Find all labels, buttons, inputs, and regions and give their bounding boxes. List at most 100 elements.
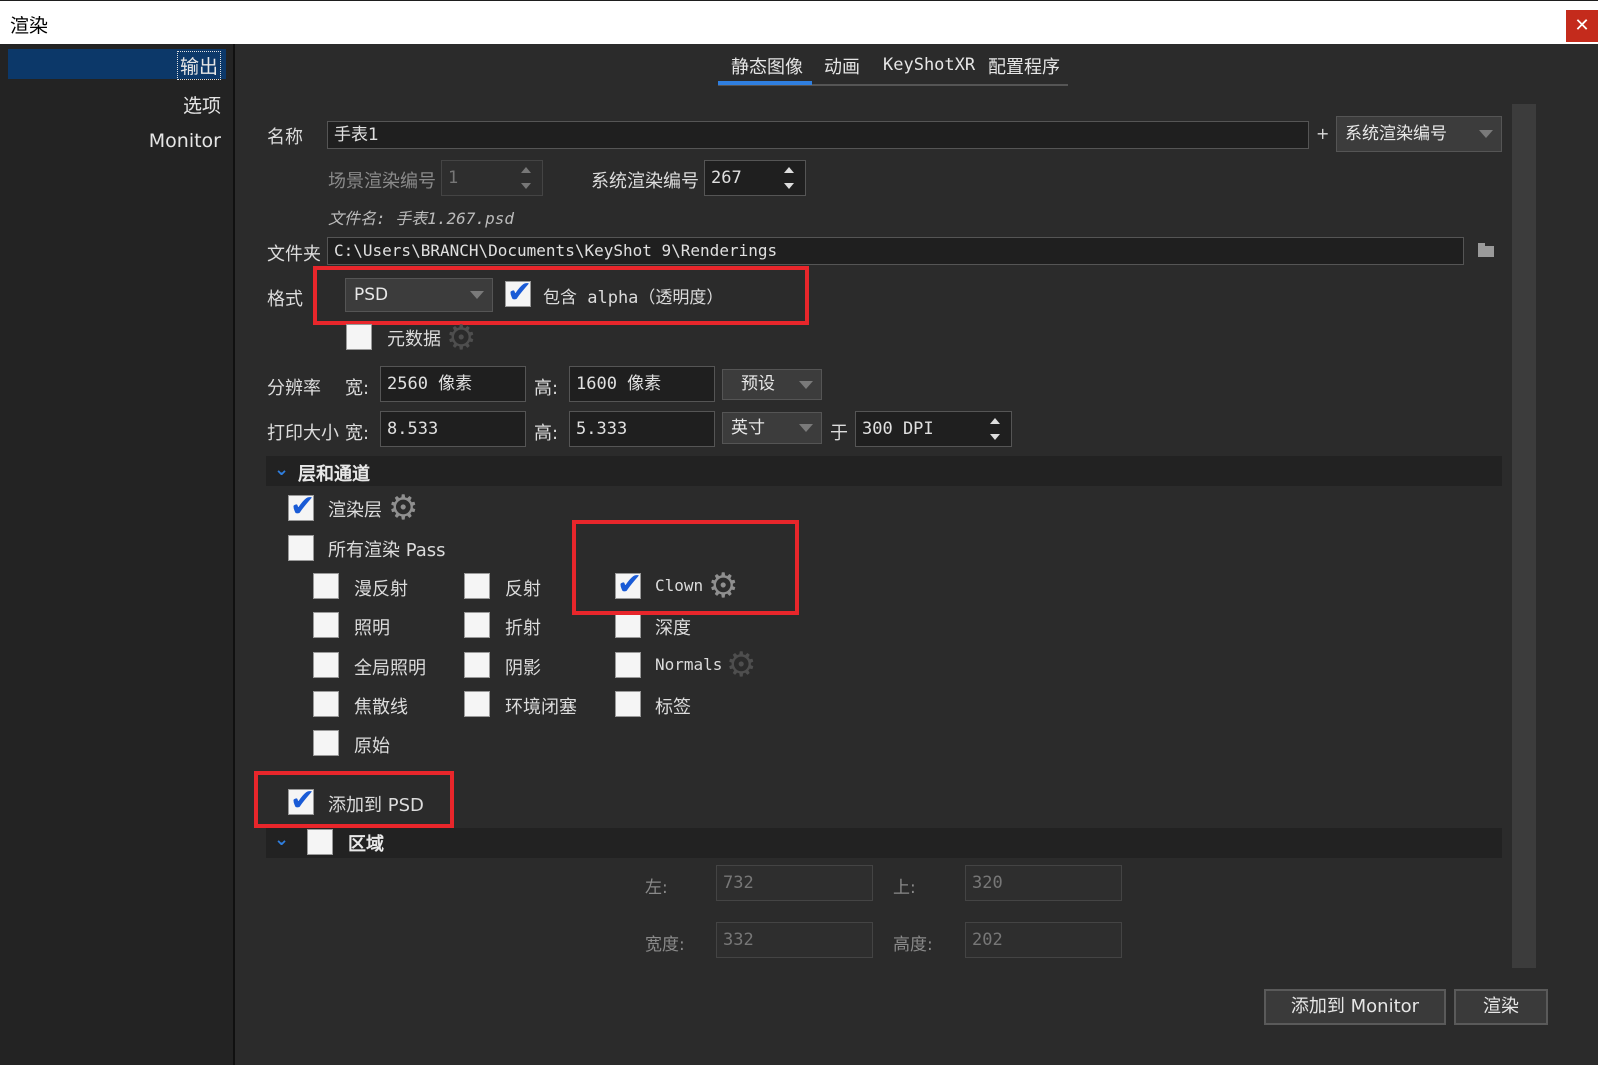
pass-refraction-checkbox[interactable] <box>464 612 490 638</box>
sidebar-item-monitor[interactable]: Monitor <box>149 130 221 152</box>
normals-gear-icon: ⚙ <box>726 645 757 685</box>
print-height-input[interactable]: 5.333 <box>569 411 715 447</box>
resolution-preset-select[interactable]: 预设 <box>722 369 822 400</box>
dpi-stepper[interactable]: 300 DPI <box>855 411 1012 447</box>
pass-lighting-checkbox[interactable] <box>313 612 339 638</box>
sidebar-item-output[interactable]: 输出 <box>176 51 221 80</box>
tab-configurator[interactable]: 配置程序 <box>988 53 1060 79</box>
stepper-arrows-icon <box>512 163 540 193</box>
print-size-label: 打印大小 <box>267 423 339 444</box>
pass-labels-label: 标签 <box>655 697 691 718</box>
chevron-down-icon[interactable]: ⌄ <box>274 829 289 850</box>
render-layers-gear-icon[interactable]: ⚙ <box>388 491 418 525</box>
sidebar: 输出 选项 Monitor <box>0 44 235 1065</box>
chevron-down-icon[interactable]: ⌄ <box>274 459 289 480</box>
scrollbar[interactable] <box>1512 104 1536 968</box>
print-height-label: 高: <box>534 423 559 444</box>
region-top-label: 上: <box>893 878 916 898</box>
close-button[interactable]: ✕ <box>1566 10 1598 42</box>
system-render-number-value: 267 <box>711 168 742 188</box>
pass-depth-label: 深度 <box>655 618 691 639</box>
scene-render-number-value: 1 <box>448 168 459 188</box>
chevron-down-icon <box>799 380 813 389</box>
render-layers-label: 渲染层 <box>328 500 382 521</box>
resolution-height-input[interactable]: 1600 像素 <box>569 366 715 402</box>
pass-ambient-occlusion-checkbox[interactable] <box>464 691 490 717</box>
pass-depth-checkbox[interactable] <box>615 612 641 638</box>
filename-preview: 文件名: 手表1.267.psd <box>328 209 514 228</box>
pass-normals-checkbox[interactable] <box>615 652 641 678</box>
pass-shadow-checkbox[interactable] <box>464 652 490 678</box>
all-passes-label: 所有渲染 Pass <box>328 540 446 561</box>
region-left-input: 732 <box>716 865 873 901</box>
print-unit-value: 英寸 <box>731 418 765 438</box>
highlight-box-clown <box>572 520 799 615</box>
resolution-width-input[interactable]: 2560 像素 <box>380 366 526 402</box>
active-tab-indicator <box>718 81 812 85</box>
pass-reflection-label: 反射 <box>505 579 541 600</box>
pass-global-illumination-checkbox[interactable] <box>313 652 339 678</box>
region-width-input: 332 <box>716 922 873 958</box>
resolution-height-label: 高: <box>534 378 559 399</box>
stepper-arrows-icon[interactable] <box>981 414 1009 444</box>
tab-keyshotxr[interactable]: KeyShotXR <box>883 55 975 75</box>
folder-input[interactable]: C:\Users\BRANCH\Documents\KeyShot 9\Rend… <box>327 237 1464 265</box>
system-render-number-stepper[interactable]: 267 <box>704 160 806 196</box>
chevron-down-icon <box>1479 130 1493 138</box>
system-render-number-label: 系统渲染编号 <box>591 171 699 192</box>
pass-lighting-label: 照明 <box>354 618 390 639</box>
print-unit-select[interactable]: 英寸 <box>722 412 822 444</box>
folder-label: 文件夹 <box>267 244 321 265</box>
stepper-arrows-icon[interactable] <box>775 163 803 193</box>
print-width-label: 宽: <box>345 423 370 444</box>
pass-shadow-label: 阴影 <box>505 658 541 679</box>
layers-section-header[interactable] <box>266 456 1502 486</box>
resolution-width-label: 宽: <box>345 378 370 399</box>
folder-browse-icon[interactable] <box>1478 243 1494 257</box>
all-passes-checkbox[interactable] <box>288 535 314 561</box>
region-section-header[interactable] <box>266 828 1502 858</box>
pass-caustics-checkbox[interactable] <box>313 691 339 717</box>
tab-animation[interactable]: 动画 <box>824 53 860 79</box>
tab-still-image[interactable]: 静态图像 <box>731 53 803 79</box>
dpi-at-label: 于 <box>830 423 848 444</box>
region-checkbox[interactable] <box>307 829 333 855</box>
name-input[interactable]: 手表1 <box>327 121 1309 149</box>
region-section-title: 区域 <box>348 834 384 855</box>
render-button[interactable]: 渲染 <box>1454 989 1548 1025</box>
format-label: 格式 <box>267 289 303 310</box>
name-label: 名称 <box>267 127 303 148</box>
render-layers-checkbox[interactable] <box>288 489 315 524</box>
scene-render-number-label: 场景渲染编号 <box>328 171 436 192</box>
pass-raw-checkbox[interactable] <box>313 730 339 756</box>
pass-diffuse-label: 漫反射 <box>354 579 408 600</box>
region-left-label: 左: <box>645 878 668 898</box>
pass-refraction-label: 折射 <box>505 618 541 639</box>
pass-raw-label: 原始 <box>354 736 390 757</box>
pass-normals-label: Normals <box>655 655 723 674</box>
pass-reflection-checkbox[interactable] <box>464 573 490 599</box>
pass-labels-checkbox[interactable] <box>615 691 641 717</box>
resolution-preset-value: 预设 <box>741 374 775 394</box>
dpi-value: 300 DPI <box>862 419 934 439</box>
window-title: 渲染 <box>10 15 49 37</box>
pass-global-illumination-label: 全局照明 <box>354 658 426 679</box>
region-width-label: 宽度: <box>645 935 685 955</box>
pass-ambient-occlusion-label: 环境闭塞 <box>505 697 577 718</box>
print-width-input[interactable]: 8.533 <box>380 411 526 447</box>
pass-diffuse-checkbox[interactable] <box>313 573 339 599</box>
highlight-box-format <box>313 266 809 325</box>
highlight-box-add-to-psd <box>254 771 454 828</box>
layers-section-title: 层和通道 <box>298 464 370 485</box>
scene-render-number-stepper: 1 <box>441 160 543 196</box>
sidebar-item-options[interactable]: 选项 <box>183 91 221 118</box>
region-height-label: 高度: <box>893 935 933 955</box>
plus-sign: + <box>1316 124 1330 143</box>
name-suffix-select[interactable]: 系统渲染编号 <box>1336 116 1502 152</box>
pass-caustics-label: 焦散线 <box>354 697 408 718</box>
metadata-gear-icon: ⚙ <box>446 318 477 358</box>
add-to-monitor-button[interactable]: 添加到 Monitor <box>1264 989 1446 1025</box>
region-height-input: 202 <box>965 922 1122 958</box>
metadata-checkbox[interactable] <box>346 324 372 350</box>
metadata-label: 元数据 <box>387 329 441 350</box>
